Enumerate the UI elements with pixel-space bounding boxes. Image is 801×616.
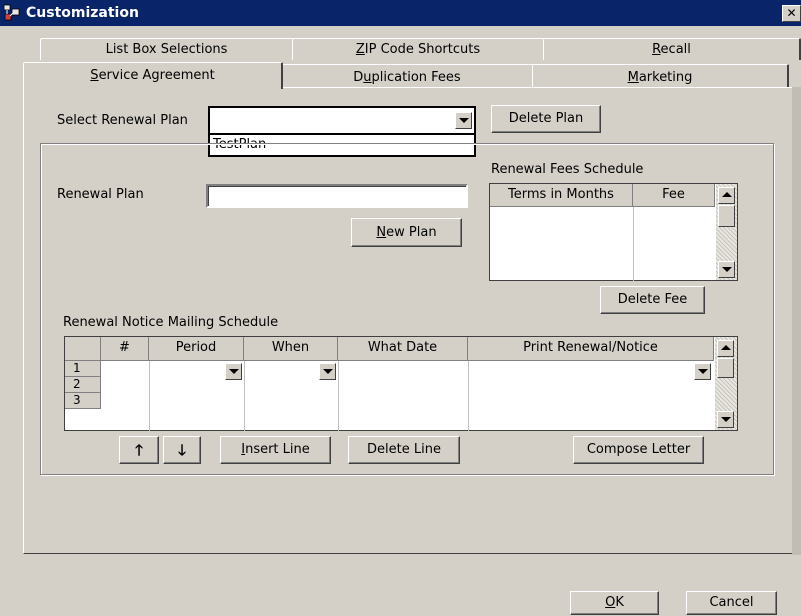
mailing-schedule-title: Renewal Notice Mailing Schedule xyxy=(63,315,279,330)
grid-divider xyxy=(149,361,150,431)
tab-service-agreement[interactable]: Service Agreement xyxy=(23,62,283,89)
delete-line-button[interactable]: Delete Line xyxy=(348,436,460,464)
tab-marketing[interactable]: Marketing xyxy=(532,64,789,87)
grid-divider xyxy=(338,361,339,431)
select-renewal-plan-label: Select Renewal Plan xyxy=(57,113,188,128)
fees-schedule-grid[interactable]: Terms in Months Fee xyxy=(489,183,738,281)
tab-label: arketing xyxy=(638,70,693,85)
row-header[interactable]: 2 xyxy=(65,377,101,393)
column-header[interactable]: Period xyxy=(149,337,244,361)
column-header[interactable]: Terms in Months xyxy=(490,184,633,207)
tab-label: List Box Selections xyxy=(105,42,228,57)
new-plan-button[interactable]: New Plan xyxy=(351,218,462,247)
compose-letter-button[interactable]: Compose Letter xyxy=(573,436,704,464)
tab-label: ervice Agreement xyxy=(98,68,215,83)
move-up-button[interactable]: 🡑 xyxy=(119,436,159,464)
tab-label: D xyxy=(353,70,364,85)
insert-line-label: nsert Line xyxy=(245,442,310,457)
new-plan-label: ew Plan xyxy=(386,224,437,240)
tab-recall[interactable]: Recall xyxy=(543,38,801,60)
row-header[interactable]: 1 xyxy=(65,361,101,377)
row-header[interactable]: 3 xyxy=(65,393,101,409)
column-header[interactable]: Print Renewal/Notice xyxy=(468,337,714,361)
tab-duplication-fees[interactable]: Duplication Fees xyxy=(281,64,534,87)
ok-mnemonic: O xyxy=(605,595,616,610)
tab-list-box-selections[interactable]: List Box Selections xyxy=(40,38,294,60)
fees-schedule-title: Renewal Fees Schedule xyxy=(491,162,644,177)
new-plan-mnemonic: N xyxy=(376,224,387,240)
close-icon[interactable]: ✕ xyxy=(782,5,801,22)
insert-line-button[interactable]: Insert Line xyxy=(220,436,331,464)
window-title: Customization xyxy=(26,5,139,21)
scroll-thumb[interactable] xyxy=(718,205,735,227)
tab-zip-code-shortcuts[interactable]: ZIP Code Shortcuts xyxy=(292,38,545,60)
scroll-down-icon[interactable] xyxy=(717,411,734,428)
ok-label: K xyxy=(615,595,624,610)
renewal-plan-input[interactable] xyxy=(206,184,468,208)
arrow-up-icon: 🡑 xyxy=(135,441,143,459)
column-header[interactable]: # xyxy=(101,337,149,361)
grid-divider xyxy=(468,361,469,431)
renewal-plan-label: Renewal Plan xyxy=(57,187,144,202)
grid-divider xyxy=(633,207,634,281)
scroll-up-icon[interactable] xyxy=(718,187,735,204)
tab-label-mnemonic: M xyxy=(627,70,639,85)
column-header[interactable]: What Date xyxy=(338,337,468,361)
customization-app-icon xyxy=(3,4,20,21)
delete-plan-button[interactable]: Delete Plan xyxy=(491,105,601,133)
panel-edge xyxy=(792,87,801,555)
scroll-down-icon[interactable] xyxy=(718,261,735,278)
tab-label: ecall xyxy=(660,42,691,57)
tab-label: IP Code Shortcuts xyxy=(364,42,481,57)
move-down-button[interactable]: 🡓 xyxy=(163,436,201,464)
when-dropdown-icon[interactable] xyxy=(319,363,336,380)
period-dropdown-icon[interactable] xyxy=(225,363,242,380)
scroll-up-icon[interactable] xyxy=(717,340,734,357)
chevron-down-icon[interactable] xyxy=(455,112,472,129)
tab-label-mnemonic: Z xyxy=(355,42,365,57)
ok-button[interactable]: OK xyxy=(570,591,659,615)
mailing-schedule-grid[interactable]: # Period When What Date Print Renewal/No… xyxy=(64,336,738,431)
grid-divider xyxy=(244,361,245,431)
tab-label-mnemonic: S xyxy=(90,68,99,83)
corner-header xyxy=(65,337,101,361)
print-dropdown-icon[interactable] xyxy=(694,363,711,380)
column-header[interactable]: Fee xyxy=(633,184,715,207)
tab-label: plication Fees xyxy=(371,70,461,85)
scroll-thumb[interactable] xyxy=(717,358,734,378)
renewal-plan-select[interactable] xyxy=(208,106,476,135)
arrow-down-icon: 🡓 xyxy=(178,441,186,459)
delete-fee-button[interactable]: Delete Fee xyxy=(600,286,705,314)
tab-label-mnemonic: u xyxy=(363,70,372,85)
tab-label-mnemonic: R xyxy=(652,42,661,57)
cancel-button[interactable]: Cancel xyxy=(686,591,777,615)
column-header[interactable]: When xyxy=(244,337,338,361)
